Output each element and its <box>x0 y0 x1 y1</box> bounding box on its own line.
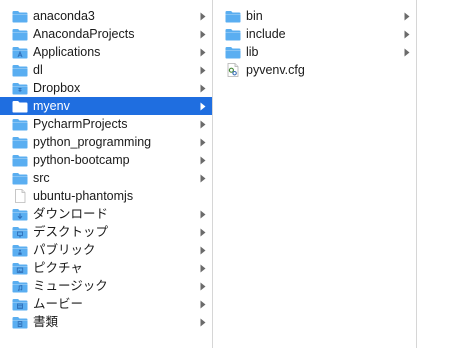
applications-folder-icon <box>11 45 28 59</box>
movies-folder-icon <box>11 297 28 311</box>
list-item[interactable]: src <box>0 169 212 187</box>
item-label: lib <box>246 45 259 59</box>
item-label: パブリック <box>33 243 96 257</box>
chevron-right-icon <box>198 137 206 147</box>
list-item[interactable]: ubuntu-phantomjs <box>0 187 212 205</box>
column-empty[interactable] <box>417 0 474 348</box>
document-icon <box>11 189 28 203</box>
item-label: src <box>33 171 50 185</box>
item-label: dl <box>33 63 43 77</box>
item-label: ムービー <box>33 297 84 311</box>
finder-column-browser: anaconda3 AnacondaProjects Applications dl D… <box>0 0 474 348</box>
item-label: デスクトップ <box>33 225 109 239</box>
dropbox-folder-icon <box>11 81 28 95</box>
chevron-right-icon <box>198 11 206 21</box>
chevron-right-icon <box>198 65 206 75</box>
item-label: python-bootcamp <box>33 153 130 167</box>
item-label: AnacondaProjects <box>33 27 135 41</box>
folder-icon <box>224 27 241 41</box>
list-item[interactable]: デスクトップ <box>0 223 212 241</box>
item-label: python_programming <box>33 135 152 149</box>
list-item[interactable]: ミュージック <box>0 277 212 295</box>
folder-icon <box>11 135 28 149</box>
item-label: ubuntu-phantomjs <box>33 189 134 203</box>
folder-icon <box>224 9 241 23</box>
public-folder-icon <box>11 243 28 257</box>
item-label: 書類 <box>33 315 59 329</box>
item-label: include <box>246 27 286 41</box>
chevron-right-icon <box>198 209 206 219</box>
chevron-right-icon <box>198 281 206 291</box>
list-item[interactable]: ピクチャ <box>0 259 212 277</box>
chevron-right-icon <box>198 101 206 111</box>
list-item[interactable]: 書類 <box>0 313 212 331</box>
list-item[interactable]: パブリック <box>0 241 212 259</box>
list-item[interactable]: AnacondaProjects <box>0 25 212 43</box>
folder-icon <box>11 99 28 113</box>
folder-icon <box>11 27 28 41</box>
list-item[interactable]: bin <box>213 7 416 25</box>
folder-icon <box>11 9 28 23</box>
list-item[interactable]: anaconda3 <box>0 7 212 25</box>
list-item[interactable]: ダウンロード <box>0 205 212 223</box>
list-item[interactable]: ムービー <box>0 295 212 313</box>
documents-folder-icon <box>11 315 28 329</box>
pictures-folder-icon <box>11 261 28 275</box>
list-item[interactable]: Applications <box>0 43 212 61</box>
item-label: PycharmProjects <box>33 117 128 131</box>
folder-icon <box>224 45 241 59</box>
item-label: anaconda3 <box>33 9 95 23</box>
item-label: myenv <box>33 99 70 113</box>
desktop-folder-icon <box>11 225 28 239</box>
chevron-right-icon <box>198 83 206 93</box>
folder-icon <box>11 63 28 77</box>
item-label: ダウンロード <box>33 207 109 221</box>
item-label: Applications <box>33 45 101 59</box>
chevron-right-icon <box>198 173 206 183</box>
chevron-right-icon <box>402 29 410 39</box>
list-item[interactable]: include <box>213 25 416 43</box>
downloads-folder-icon <box>11 207 28 221</box>
list-item[interactable]: python-bootcamp <box>0 151 212 169</box>
column-myenv[interactable]: bin include lib pyvenv.cfg <box>213 0 417 348</box>
list-item[interactable]: PycharmProjects <box>0 115 212 133</box>
list-item[interactable]: lib <box>213 43 416 61</box>
chevron-right-icon <box>198 299 206 309</box>
config-file-icon <box>224 63 241 77</box>
chevron-right-icon <box>198 47 206 57</box>
item-label: ミュージック <box>33 279 108 293</box>
list-item[interactable]: pyvenv.cfg <box>213 61 416 79</box>
column-home[interactable]: anaconda3 AnacondaProjects Applications dl D… <box>0 0 213 348</box>
item-label: Dropbox <box>33 81 81 95</box>
folder-icon <box>11 153 28 167</box>
list-item[interactable]: myenv <box>0 97 212 115</box>
list-item[interactable]: dl <box>0 61 212 79</box>
folder-icon <box>11 171 28 185</box>
chevron-right-icon <box>402 47 410 57</box>
chevron-right-icon <box>198 155 206 165</box>
list-item[interactable]: Dropbox <box>0 79 212 97</box>
chevron-right-icon <box>198 29 206 39</box>
item-label: pyvenv.cfg <box>246 63 305 77</box>
folder-icon <box>11 117 28 131</box>
chevron-right-icon <box>198 245 206 255</box>
chevron-right-icon <box>402 11 410 21</box>
chevron-right-icon <box>198 263 206 273</box>
chevron-right-icon <box>198 317 206 327</box>
item-label: bin <box>246 9 263 23</box>
list-item[interactable]: python_programming <box>0 133 212 151</box>
chevron-right-icon <box>198 119 206 129</box>
chevron-right-icon <box>198 227 206 237</box>
item-label: ピクチャ <box>33 261 83 275</box>
music-folder-icon <box>11 279 28 293</box>
